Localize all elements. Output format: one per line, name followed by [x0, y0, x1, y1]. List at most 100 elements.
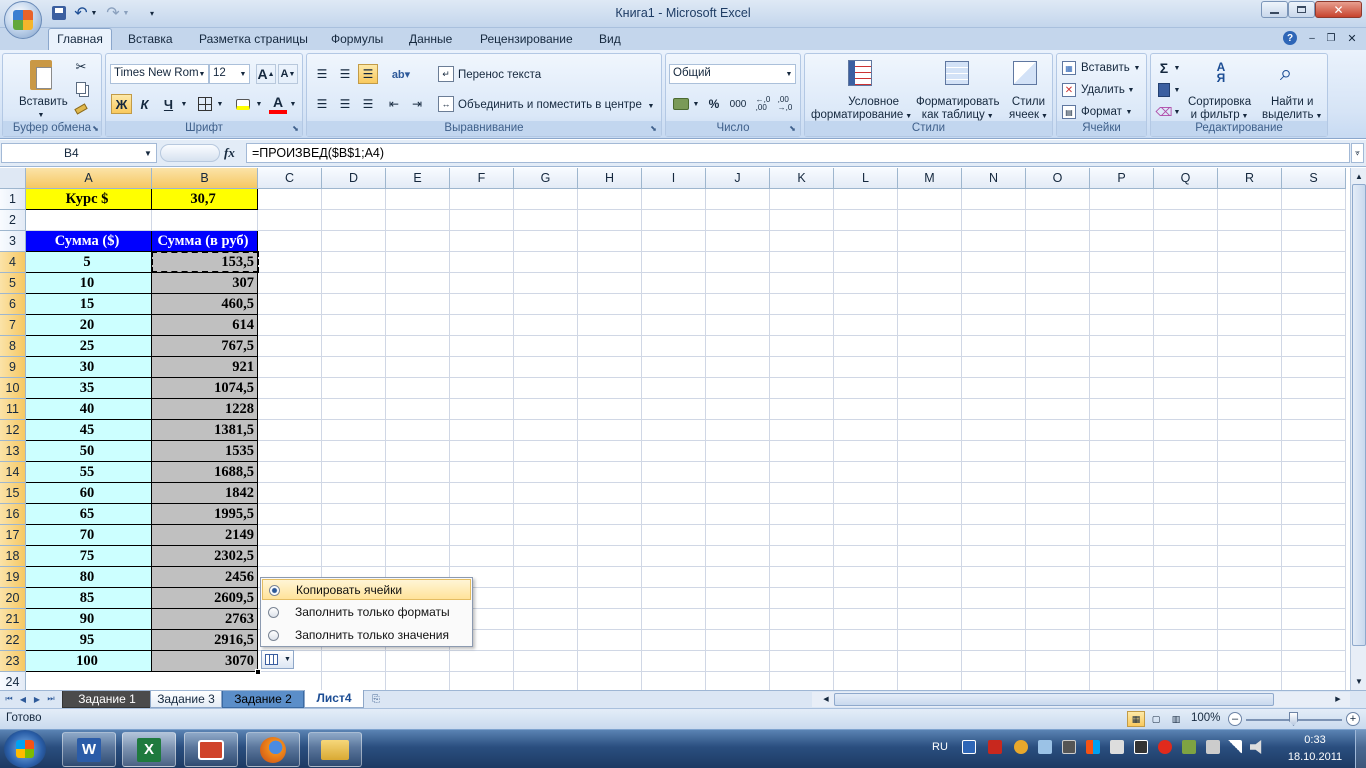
cell[interactable]: [258, 357, 322, 378]
cell-a16[interactable]: 65: [26, 504, 152, 525]
cell[interactable]: [258, 273, 322, 294]
cell[interactable]: [1218, 315, 1282, 336]
page-layout-view-icon[interactable]: ▢: [1147, 711, 1165, 727]
cell[interactable]: [386, 231, 450, 252]
cell[interactable]: [386, 441, 450, 462]
cell[interactable]: [770, 672, 834, 690]
cell[interactable]: [1282, 378, 1346, 399]
align-left-icon[interactable]: ☰: [312, 94, 332, 114]
increase-indent-icon[interactable]: ⇥: [407, 94, 427, 114]
cell[interactable]: [578, 630, 642, 651]
cell[interactable]: [898, 315, 962, 336]
cell-b17[interactable]: 2149: [152, 525, 258, 546]
row-header-6[interactable]: 6: [0, 294, 26, 315]
cell[interactable]: [514, 315, 578, 336]
cell[interactable]: [578, 210, 642, 231]
clipboard-launcher-icon[interactable]: ⬊: [91, 124, 100, 133]
cell[interactable]: [706, 546, 770, 567]
cell[interactable]: [770, 252, 834, 273]
cell[interactable]: [514, 651, 578, 672]
cell-b20[interactable]: 2609,5: [152, 588, 258, 609]
cell[interactable]: [770, 210, 834, 231]
paste-icon[interactable]: [27, 58, 55, 92]
cell[interactable]: [450, 357, 514, 378]
cell[interactable]: [514, 588, 578, 609]
autofill-copy-cells-option[interactable]: Копировать ячейки: [262, 579, 471, 600]
script-tray-icon[interactable]: [1182, 740, 1196, 754]
cell[interactable]: [962, 609, 1026, 630]
find-select-button[interactable]: Найти и выделить ▼: [1262, 96, 1322, 123]
cell[interactable]: [386, 651, 450, 672]
row-header-21[interactable]: 21: [0, 609, 26, 630]
cell-a2[interactable]: [26, 210, 152, 231]
cell[interactable]: [578, 609, 642, 630]
name-box[interactable]: B4 ▼: [1, 143, 157, 163]
cell[interactable]: [962, 525, 1026, 546]
cell[interactable]: [386, 210, 450, 231]
row-header-7[interactable]: 7: [0, 315, 26, 336]
cell[interactable]: [514, 294, 578, 315]
cell[interactable]: [706, 189, 770, 210]
autofill-options-button[interactable]: ▼: [261, 650, 294, 669]
worksheet-grid[interactable]: A B C D E F G H I J K L M N O P Q R S 1 2 3 4 5 6 7 8 9 10 11 12 13 14 15…: [0, 168, 1350, 690]
cell-a20[interactable]: 85: [26, 588, 152, 609]
signal-tray-icon[interactable]: [1228, 740, 1242, 754]
cell[interactable]: [450, 525, 514, 546]
cell[interactable]: [642, 441, 706, 462]
cell[interactable]: [898, 336, 962, 357]
cell[interactable]: [1282, 420, 1346, 441]
row-header-4[interactable]: 4: [0, 252, 26, 273]
sort-filter-button[interactable]: Сортировка и фильтр ▼: [1188, 96, 1251, 123]
cell[interactable]: [450, 294, 514, 315]
cell-a10[interactable]: 35: [26, 378, 152, 399]
clear-dropdown-icon[interactable]: ▼: [1173, 106, 1181, 118]
cell[interactable]: [1090, 567, 1154, 588]
cell[interactable]: [258, 672, 322, 690]
cell-b3[interactable]: Сумма (в руб): [152, 231, 258, 252]
cell[interactable]: [642, 651, 706, 672]
format-cells-button[interactable]: Формат: [1081, 106, 1122, 118]
help-icon[interactable]: ?: [1283, 31, 1297, 45]
cell[interactable]: [258, 483, 322, 504]
cell-a18[interactable]: 75: [26, 546, 152, 567]
cell[interactable]: [834, 399, 898, 420]
cell[interactable]: [1282, 609, 1346, 630]
taskbar-firefox[interactable]: [246, 732, 300, 767]
cell[interactable]: [1154, 357, 1218, 378]
cell[interactable]: [322, 525, 386, 546]
insert-dropdown-icon[interactable]: ▼: [1133, 62, 1141, 74]
cell[interactable]: [386, 462, 450, 483]
cell[interactable]: [386, 273, 450, 294]
undo-icon[interactable]: ↶: [72, 4, 90, 22]
cell[interactable]: [450, 399, 514, 420]
cell[interactable]: [450, 252, 514, 273]
cell[interactable]: [1218, 630, 1282, 651]
column-header-n[interactable]: N: [962, 168, 1026, 189]
cell[interactable]: [514, 378, 578, 399]
cell[interactable]: [258, 336, 322, 357]
grow-font-icon[interactable]: A ▲: [256, 64, 276, 84]
cell[interactable]: [898, 189, 962, 210]
cell-b13[interactable]: 1535: [152, 441, 258, 462]
cell[interactable]: [322, 336, 386, 357]
shrink-font-icon[interactable]: A ▼: [278, 64, 298, 84]
format-painter-icon[interactable]: [73, 101, 89, 117]
cell[interactable]: [642, 630, 706, 651]
cell-a23[interactable]: 100: [26, 651, 152, 672]
row-header-15[interactable]: 15: [0, 483, 26, 504]
formula-bar-splitter[interactable]: [160, 144, 220, 162]
last-sheet-icon[interactable]: ⏭: [46, 693, 56, 705]
increase-decimal-icon[interactable]: ←,0 ,00: [752, 94, 774, 114]
font-name-select[interactable]: Times New Rom ▼: [110, 64, 209, 84]
cell[interactable]: [1154, 441, 1218, 462]
row-header-14[interactable]: 14: [0, 462, 26, 483]
cell[interactable]: [1218, 546, 1282, 567]
cell[interactable]: [706, 357, 770, 378]
row-header-8[interactable]: 8: [0, 336, 26, 357]
cell[interactable]: [1026, 525, 1090, 546]
format-cells-icon[interactable]: ▤: [1062, 105, 1076, 119]
fill-icon[interactable]: [1156, 82, 1172, 98]
cell[interactable]: [578, 672, 642, 690]
font-name-dropdown-icon[interactable]: ▼: [197, 68, 207, 80]
cell[interactable]: [770, 315, 834, 336]
